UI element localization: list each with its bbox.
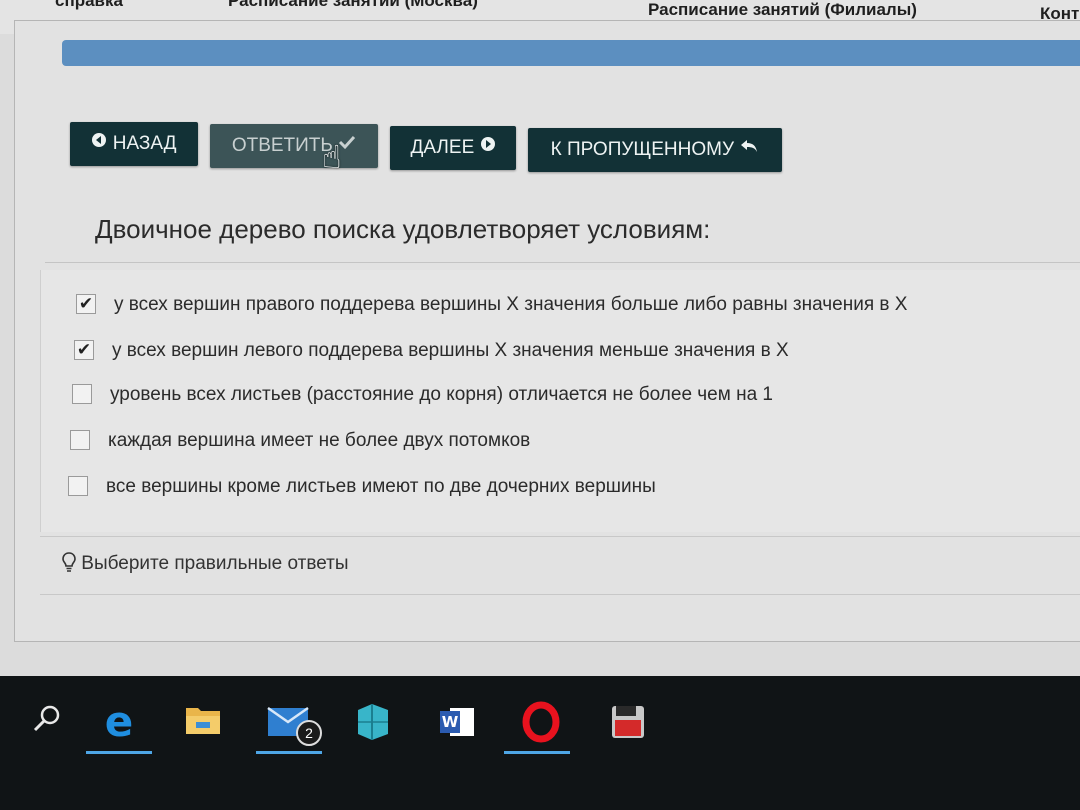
reply-arrow-icon (739, 128, 759, 172)
progress-bar (62, 40, 1080, 66)
next-button[interactable]: ДАЛЕЕ (390, 126, 516, 170)
option-label: каждая вершина имеет не более двух потом… (108, 430, 531, 451)
question-text: Двоичное дерево поиска удовлетворяет усл… (95, 214, 711, 244)
taskbar-mail[interactable]: 2 (256, 692, 322, 754)
mail-unread-badge: 2 (296, 720, 322, 746)
answer-button[interactable]: ОТВЕТИТЬ (210, 124, 378, 168)
back-button-label: НАЗАД (112, 133, 177, 155)
edge-icon: e (105, 697, 134, 746)
azure-icon (358, 704, 388, 740)
next-button-label: ДАЛЕЕ (410, 137, 475, 159)
card-bottom-divider (40, 594, 1080, 595)
option-checkbox[interactable]: ✔ (74, 340, 94, 360)
taskbar-file-explorer[interactable] (170, 692, 236, 750)
taskbar-azure-app[interactable] (340, 692, 406, 750)
go-to-skipped-button[interactable]: К ПРОПУЩЕННОМУ (528, 128, 782, 172)
answer-button-label: ОТВЕТИТЬ (231, 135, 333, 157)
hint-label: Выберите правильные ответы (81, 553, 349, 574)
option-checkbox[interactable] (68, 476, 88, 496)
word-icon: W (440, 708, 474, 736)
nav-link-help[interactable]: справка (55, 0, 123, 11)
option-checkbox[interactable] (72, 384, 92, 404)
svg-text:W: W (442, 713, 459, 731)
opera-icon (522, 701, 560, 743)
nav-link-schedule-branches[interactable]: Расписание занятий (Филиалы) (648, 0, 917, 20)
floppy-disk-icon (612, 706, 644, 738)
hint-text: Выберите правильные ответы (62, 552, 349, 575)
option-label: у всех вершин правого поддерева вершины … (114, 294, 908, 315)
go-to-skipped-button-label: К ПРОПУЩЕННОМУ (550, 139, 735, 161)
option-label: у всех вершин левого поддерева вершины X… (112, 340, 789, 361)
option-checkbox[interactable]: ✔ (76, 294, 96, 314)
option-label: все вершины кроме листьев имеют по две д… (106, 476, 656, 497)
lightbulb-icon (62, 552, 81, 574)
taskbar-search-button[interactable] (14, 692, 80, 750)
back-button[interactable]: НАЗАД (70, 122, 198, 166)
search-icon (33, 705, 60, 732)
hand-cursor-icon: ☝ (322, 139, 342, 175)
taskbar: e 2 W (0, 676, 1080, 810)
svg-text:e: e (105, 697, 134, 746)
taskbar-word[interactable]: W (424, 692, 490, 750)
option-checkbox[interactable] (70, 430, 90, 450)
question-divider (45, 262, 1080, 263)
option-label: уровень всех листьев (расстояние до корн… (110, 384, 773, 405)
hint-divider (40, 536, 1080, 537)
nav-link-schedule-moscow[interactable]: Расписание занятий (Москва) (228, 0, 478, 11)
taskbar-edge[interactable]: e (86, 692, 152, 754)
file-explorer-icon (186, 708, 220, 734)
taskbar-opera[interactable] (504, 692, 570, 754)
arrow-left-circle-icon (91, 122, 107, 166)
taskbar-save-app[interactable] (594, 692, 660, 750)
arrow-right-circle-icon (480, 126, 496, 170)
